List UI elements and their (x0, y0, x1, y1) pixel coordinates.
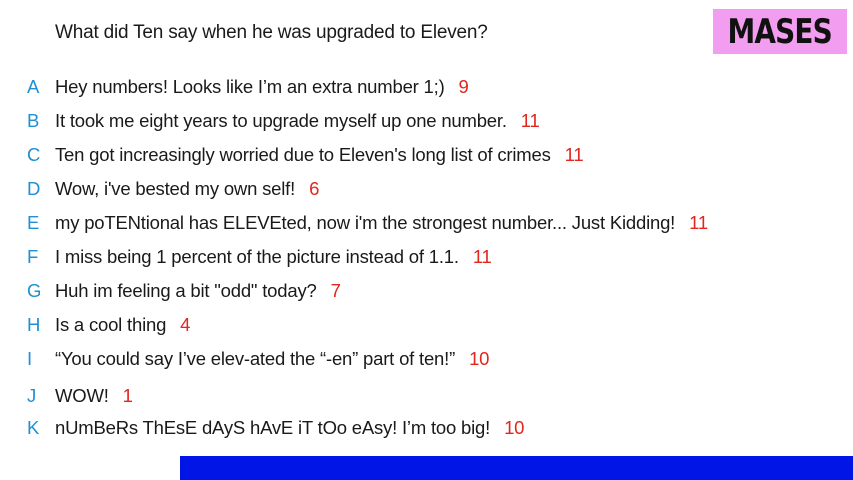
answer-text: my poTENtional has ELEVEted, now i'm the… (55, 212, 676, 233)
question-title: What did Ten say when he was upgraded to… (55, 22, 488, 43)
answer-letter: I (27, 348, 32, 369)
answer-votes: 11 (472, 246, 492, 267)
answer-text: I miss being 1 percent of the picture in… (55, 246, 459, 267)
answer-letter: J (27, 385, 37, 406)
answer-text: “You could say I’ve elev-ated the “-en” … (55, 348, 456, 369)
answer-votes: 7 (330, 280, 341, 301)
answer-letter: F (27, 246, 39, 267)
answer-letter: G (27, 280, 42, 301)
answer-letter: D (27, 178, 41, 199)
answer-text: Wow, i've bested my own self! (55, 178, 296, 199)
answer-letter: B (27, 110, 40, 131)
answer-letter: K (27, 417, 40, 438)
badge-label: MASES (727, 11, 833, 52)
answer-text: It took me eight years to upgrade myself… (55, 110, 507, 131)
answer-letter: E (27, 212, 40, 233)
answer-letter: A (27, 76, 40, 97)
answer-votes: 11 (520, 110, 540, 131)
answer-votes: 11 (689, 212, 708, 233)
answer-text: Ten got increasingly worried due to Elev… (55, 144, 551, 165)
answer-letter: H (27, 314, 41, 335)
answer-text: WOW! (55, 385, 109, 406)
answer-votes: 6 (309, 178, 320, 199)
answer-text: Hey numbers! Looks like I’m an extra num… (55, 76, 445, 97)
answer-letter: C (27, 144, 41, 165)
answer-votes: 11 (564, 144, 584, 165)
answer-votes: 10 (504, 417, 525, 438)
answer-text: Huh im feeling a bit "odd" today? (55, 280, 317, 301)
mases-badge: MASES (713, 9, 847, 54)
answer-text: nUmBeRs ThEsE dAyS hAvE iT tOo eAsy! I’m… (55, 417, 491, 438)
answer-votes: 9 (458, 76, 469, 97)
answer-text: Is a cool thing (55, 314, 167, 335)
answer-votes: 4 (180, 314, 191, 335)
bottom-bar (180, 456, 853, 480)
answer-votes: 1 (122, 385, 133, 406)
answer-votes: 10 (469, 348, 490, 369)
